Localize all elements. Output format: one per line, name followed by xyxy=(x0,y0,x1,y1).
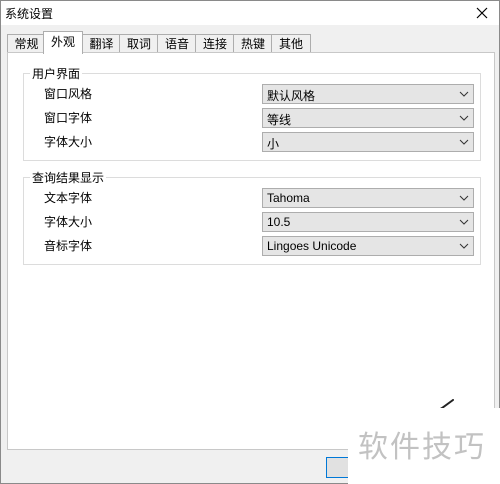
chevron-down-icon xyxy=(459,115,469,121)
result-font-size-label: 字体大小 xyxy=(44,215,93,229)
tab-appearance[interactable]: 外观 xyxy=(43,31,83,54)
tab-translate[interactable]: 翻译 xyxy=(82,34,121,53)
ui-group: 用户界面 窗口风格 默认风格 窗口字体 等线 字体大小 小 xyxy=(23,65,481,161)
tab-hotkeys[interactable]: 热键 xyxy=(233,34,273,53)
result-group-title: 查询结果显示 xyxy=(30,169,107,186)
window-font-value: 等线 xyxy=(267,113,292,127)
watermark-text: 软件技巧 xyxy=(358,430,486,465)
window-style-label: 窗口风格 xyxy=(44,87,93,101)
result-font-size-select[interactable]: 10.5 xyxy=(262,212,474,232)
tab-capture-word[interactable]: 取词 xyxy=(119,34,159,53)
text-font-value: Tahoma xyxy=(267,191,310,205)
chevron-down-icon xyxy=(459,195,469,201)
close-button[interactable] xyxy=(467,1,497,25)
ui-font-size-select[interactable]: 小 xyxy=(262,132,474,152)
tab-other[interactable]: 其他 xyxy=(271,34,311,53)
phonetic-font-select[interactable]: Lingoes Unicode xyxy=(262,236,474,256)
text-font-select[interactable]: Tahoma xyxy=(262,188,474,208)
watermark: 软件技巧 xyxy=(348,408,500,484)
ui-font-size-value: 小 xyxy=(267,137,280,151)
result-display-group: 查询结果显示 文本字体 Tahoma 字体大小 10.5 音标字体 Lingoe… xyxy=(23,169,481,265)
chevron-down-icon xyxy=(459,243,469,249)
appearance-panel: 用户界面 窗口风格 默认风格 窗口字体 等线 字体大小 小 查询结果显示 文本字… xyxy=(7,52,495,450)
window-title: 系统设置 xyxy=(5,7,54,21)
close-icon xyxy=(476,7,488,19)
phonetic-font-value: Lingoes Unicode xyxy=(267,239,357,253)
text-font-label: 文本字体 xyxy=(44,191,93,205)
window-font-label: 窗口字体 xyxy=(44,111,93,125)
window-font-select[interactable]: 等线 xyxy=(262,108,474,128)
tab-voice[interactable]: 语音 xyxy=(157,34,197,53)
chevron-down-icon xyxy=(459,139,469,145)
title-bar: 系统设置 xyxy=(1,1,499,25)
tab-general[interactable]: 常规 xyxy=(7,34,46,53)
window-style-value: 默认风格 xyxy=(267,89,316,103)
chevron-down-icon xyxy=(459,91,469,97)
result-font-size-value: 10.5 xyxy=(267,215,291,229)
window-style-select[interactable]: 默认风格 xyxy=(262,84,474,104)
phonetic-font-label: 音标字体 xyxy=(44,239,93,253)
tab-connection[interactable]: 连接 xyxy=(195,34,235,53)
ui-font-size-label: 字体大小 xyxy=(44,135,93,149)
chevron-down-icon xyxy=(459,219,469,225)
ui-group-title: 用户界面 xyxy=(30,65,83,82)
